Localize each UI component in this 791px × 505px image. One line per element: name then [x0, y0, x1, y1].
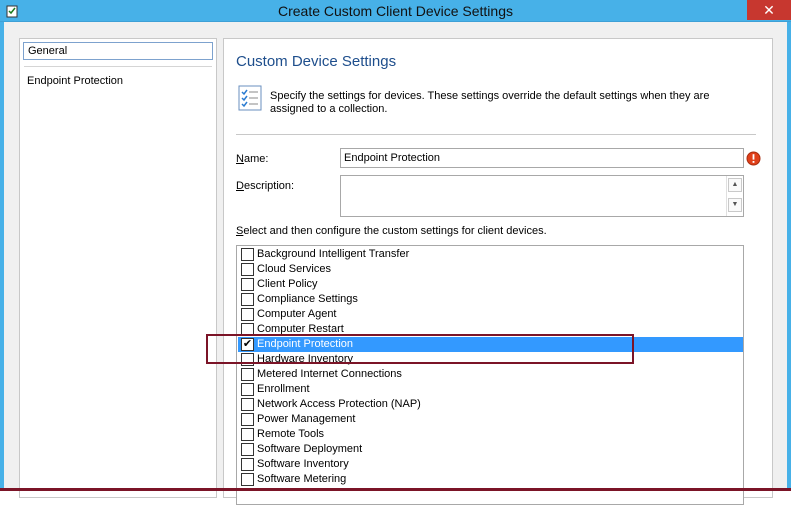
setting-checkbox[interactable]: [241, 428, 254, 441]
setting-item-network-access-protection-nap[interactable]: Network Access Protection (NAP): [238, 397, 743, 412]
settings-list-caption: Select and then configure the custom set…: [236, 225, 547, 237]
setting-checkbox[interactable]: [241, 458, 254, 471]
page-title: Custom Device Settings: [236, 53, 397, 70]
setting-item-endpoint-protection[interactable]: ✔ Endpoint Protection: [238, 337, 743, 352]
setting-item-software-metering[interactable]: Software Metering: [238, 472, 743, 487]
setting-checkbox[interactable]: [241, 473, 254, 486]
description-scrollbar[interactable]: ▲ ▼: [726, 176, 743, 216]
setting-item-label: Hardware Inventory: [257, 353, 353, 365]
setting-item-label: Endpoint Protection: [257, 338, 354, 350]
checklist-icon: [238, 85, 262, 111]
setting-item-label: Enrollment: [257, 383, 310, 395]
setting-checkbox[interactable]: [241, 293, 254, 306]
nav-item-endpoint-protection[interactable]: Endpoint Protection: [23, 73, 213, 91]
header-divider: [236, 134, 756, 135]
setting-item-label: Software Metering: [257, 473, 347, 485]
window-title: Create Custom Client Device Settings: [278, 3, 513, 19]
setting-item-label: Network Access Protection (NAP): [257, 398, 421, 410]
error-icon: [746, 151, 761, 166]
close-button[interactable]: ✕: [747, 0, 791, 20]
setting-checkbox[interactable]: [241, 413, 254, 426]
setting-checkbox[interactable]: ✔: [241, 338, 254, 351]
nav-item-general[interactable]: General: [23, 42, 213, 60]
setting-item-metered-internet-connections[interactable]: Metered Internet Connections: [238, 367, 743, 382]
setting-item-power-management[interactable]: Power Management: [238, 412, 743, 427]
setting-item-client-policy[interactable]: Client Policy: [238, 277, 743, 292]
setting-item-label: Background Intelligent Transfer: [257, 248, 410, 260]
description-label: Description:: [236, 180, 295, 192]
setting-checkbox[interactable]: [241, 308, 254, 321]
setting-item-remote-tools[interactable]: Remote Tools: [238, 427, 743, 442]
navigation-pane: General Endpoint Protection: [19, 38, 217, 498]
setting-item-label: Cloud Services: [257, 263, 331, 275]
title-bar: Create Custom Client Device Settings ✕: [0, 0, 791, 22]
close-icon: ✕: [763, 2, 775, 18]
window-frame-right: [787, 22, 791, 491]
setting-checkbox[interactable]: [241, 443, 254, 456]
setting-item-computer-agent[interactable]: Computer Agent: [238, 307, 743, 322]
setting-item-software-inventory[interactable]: Software Inventory: [238, 457, 743, 472]
setting-item-hardware-inventory[interactable]: Hardware Inventory: [238, 352, 743, 367]
setting-item-label: Power Management: [257, 413, 356, 425]
setting-checkbox[interactable]: [241, 248, 254, 261]
setting-item-computer-restart[interactable]: Computer Restart: [238, 322, 743, 337]
setting-checkbox[interactable]: [241, 278, 254, 291]
setting-checkbox[interactable]: [241, 263, 254, 276]
name-label: Name:: [236, 153, 269, 165]
nav-divider: [24, 66, 212, 67]
setting-checkbox[interactable]: [241, 368, 254, 381]
nav-item-label: General: [28, 45, 68, 57]
setting-item-background-intelligent-transfer[interactable]: Background Intelligent Transfer: [238, 247, 743, 262]
setting-item-label: Software Inventory: [257, 458, 349, 470]
content-pane: Custom Device Settings Specify the setti…: [223, 38, 773, 505]
nav-item-label: Endpoint Protection: [27, 75, 124, 87]
setting-item-compliance-settings[interactable]: Compliance Settings: [238, 292, 743, 307]
setting-item-label: Software Deployment: [257, 443, 363, 455]
name-field[interactable]: Endpoint Protection: [340, 148, 744, 168]
setting-checkbox[interactable]: [241, 398, 254, 411]
setting-item-label: Computer Agent: [257, 308, 337, 320]
setting-item-cloud-services[interactable]: Cloud Services: [238, 262, 743, 277]
setting-item-enrollment[interactable]: Enrollment: [238, 382, 743, 397]
description-field[interactable]: ▲ ▼: [340, 175, 744, 217]
custom-settings-list[interactable]: Background Intelligent Transfer Cloud Ser…: [236, 245, 744, 505]
setting-item-label: Computer Restart: [257, 323, 344, 335]
setting-checkbox[interactable]: [241, 323, 254, 336]
setting-item-label: Metered Internet Connections: [257, 368, 402, 380]
scroll-up-icon[interactable]: ▲: [728, 178, 742, 192]
setting-checkbox[interactable]: [241, 353, 254, 366]
setting-checkbox[interactable]: [241, 383, 254, 396]
dialog-client-area: General Endpoint Protection Custom Devic…: [4, 22, 787, 505]
scroll-down-icon[interactable]: ▼: [728, 198, 742, 212]
setting-item-label: Compliance Settings: [257, 293, 358, 305]
setting-item-software-deployment[interactable]: Software Deployment: [238, 442, 743, 457]
setting-item-label: Client Policy: [257, 278, 318, 290]
page-description: Specify the settings for devices. These …: [270, 90, 710, 115]
setting-item-label: Remote Tools: [257, 428, 325, 440]
